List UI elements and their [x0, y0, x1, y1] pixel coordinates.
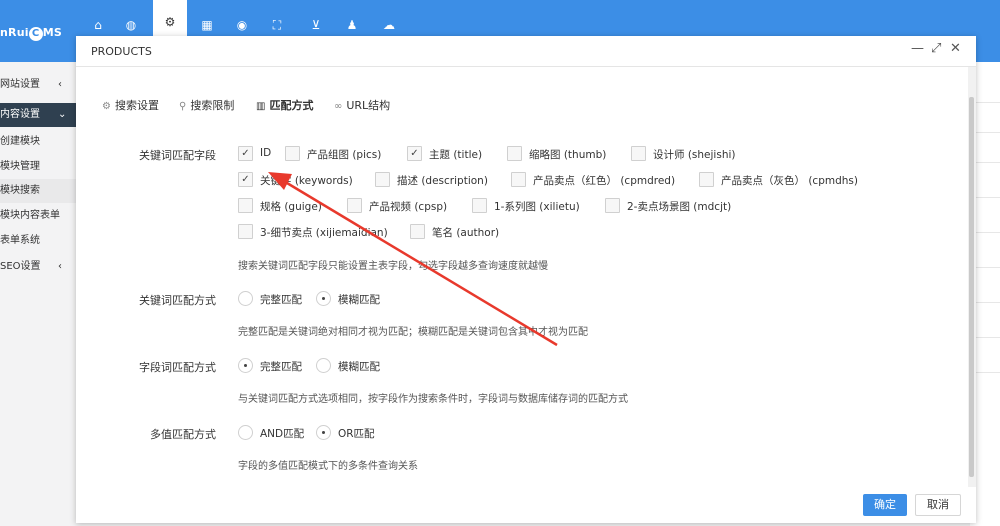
modal-header: PRODUCTS — ⤢ ✕ — [76, 36, 976, 67]
sidebar-item-create-module[interactable]: 创建模块 — [0, 130, 76, 154]
tab-search-settings[interactable]: ⚙ 搜索设置 — [102, 97, 159, 112]
keyword-match-help: 完整匹配是关键词绝对相同才视为匹配；模糊匹配是关键词包含其中才视为匹配 — [238, 327, 588, 338]
modal-body: ⚙ 搜索设置 ⚲ 搜索限制 ▥ 匹配方式 ∞ URL结构 关键词匹配字段 ✓ ID 产品… — [76, 67, 968, 487]
checkbox-title[interactable]: ✓ — [407, 146, 422, 161]
checkbox-label: 描述 (description) — [397, 175, 488, 187]
grid-icon[interactable]: ▦ — [199, 18, 215, 34]
checkbox-xilietu[interactable] — [472, 198, 487, 213]
radio-label: 模糊匹配 — [338, 361, 380, 373]
chevron-left-icon: ‹ — [58, 79, 62, 90]
multi-match-label: 多值匹配方式 — [150, 428, 216, 441]
chevron-down-icon: ⌄ — [58, 109, 67, 120]
checkbox-guige[interactable] — [238, 198, 253, 213]
checkbox-label: 关键字 (keywords) — [260, 175, 353, 187]
maximize-icon[interactable]: ⤢ — [931, 41, 941, 56]
checkbox-label: 1-系列图 (xilietu) — [494, 201, 580, 213]
checkbox-label: 产品卖点（灰色） (cpmdhs) — [721, 175, 858, 187]
cloud-icon[interactable]: ☁ — [381, 18, 397, 34]
modal-footer — [76, 487, 976, 523]
checkbox-label: ID — [260, 147, 272, 159]
cart-icon[interactable]: ⊻ — [308, 18, 324, 34]
search-icon: ⚲ — [179, 101, 187, 112]
checkbox-label: 2-卖点场景图 (mdcjt) — [627, 201, 732, 213]
checkbox-label: 规格 (guige) — [260, 201, 322, 213]
minimize-icon[interactable]: — — [911, 41, 924, 56]
checkbox-shejishi[interactable] — [631, 146, 646, 161]
sidebar-item-module-search[interactable]: 模块搜索 — [0, 179, 76, 203]
tab-url-structure[interactable]: ∞ URL结构 — [334, 97, 390, 112]
radio-label: OR匹配 — [338, 428, 375, 440]
confirm-button[interactable]: 确定 — [863, 494, 907, 516]
checkbox-label: 产品视频 (cpsp) — [369, 201, 448, 213]
app-logo[interactable]: nRui C MS — [0, 26, 62, 41]
checkbox-id[interactable]: ✓ — [238, 146, 253, 161]
checkbox-keywords[interactable]: ✓ — [238, 172, 253, 187]
checkbox-xijiemaidian[interactable] — [238, 224, 253, 239]
checkbox-mdcjt[interactable] — [605, 198, 620, 213]
close-icon[interactable]: ✕ — [950, 41, 961, 56]
checkbox-cpsp[interactable] — [347, 198, 362, 213]
checkbox-cpmdred[interactable] — [511, 172, 526, 187]
link-icon: ∞ — [334, 101, 343, 112]
sidebar: 网站设置 ‹ 内容设置 ⌄ 创建模块 模块管理 模块搜索 模块内容表单 表单系统 S… — [0, 62, 76, 526]
sitemap-icon[interactable]: ⛶ — [269, 18, 285, 34]
field-match-label: 字段词匹配方式 — [139, 361, 216, 374]
checkbox-label: 产品卖点（红色） (cpmdred) — [533, 175, 676, 187]
radio-label: 完整匹配 — [260, 361, 302, 373]
keyword-fields-help: 搜索关键词匹配字段只能设置主表字段，勾选字段越多查询速度就越慢 — [238, 261, 548, 272]
radio-label: AND匹配 — [260, 428, 305, 440]
user-icon[interactable]: ♟ — [344, 18, 360, 34]
cancel-button[interactable]: 取消 — [915, 494, 961, 516]
tab-search-limit[interactable]: ⚲ 搜索限制 — [179, 97, 234, 112]
multi-match-help: 字段的多值匹配模式下的多条件查询关系 — [238, 461, 418, 472]
checkbox-label: 3-细节卖点 (xijiemaidian) — [260, 227, 388, 239]
checkbox-pics[interactable] — [285, 146, 300, 161]
radio-field-exact[interactable] — [238, 358, 253, 373]
checkbox-label: 主题 (title) — [429, 149, 483, 161]
user-circle-icon[interactable]: ◉ — [234, 18, 250, 34]
radio-keyword-fuzzy[interactable] — [316, 291, 331, 306]
keyword-fields-label: 关键词匹配字段 — [139, 149, 216, 162]
radio-field-fuzzy[interactable] — [316, 358, 331, 373]
sidebar-item-module-form[interactable]: 模块内容表单 — [0, 204, 76, 228]
field-match-help: 与关键词匹配方式选项相同，按字段作为搜索条件时，字段词与数据库储存词的匹配方式 — [238, 394, 628, 405]
checkbox-author[interactable] — [410, 224, 425, 239]
checkbox-label: 缩略图 (thumb) — [529, 149, 607, 161]
checkbox-thumb[interactable] — [507, 146, 522, 161]
radio-label: 模糊匹配 — [338, 294, 380, 306]
checkbox-label: 产品组图 (pics) — [307, 149, 382, 161]
modal-scrollbar[interactable] — [968, 67, 976, 487]
radio-keyword-exact[interactable] — [238, 291, 253, 306]
radio-multi-and[interactable] — [238, 425, 253, 440]
gear-icon: ⚙ — [102, 101, 111, 112]
logo-mark: C — [28, 27, 43, 41]
map-icon: ▥ — [256, 101, 266, 112]
radio-multi-or[interactable] — [316, 425, 331, 440]
sidebar-item-content-settings[interactable]: 内容设置 ⌄ — [0, 103, 76, 127]
checkbox-label: 设计师 (shejishi) — [653, 149, 736, 161]
chevron-left-icon: ‹ — [58, 261, 62, 272]
sidebar-item-module-manage[interactable]: 模块管理 — [0, 155, 76, 179]
checkbox-cpmdhs[interactable] — [699, 172, 714, 187]
checkbox-label: 笔名 (author) — [432, 227, 500, 239]
sidebar-item-form-system[interactable]: 表单系统 — [0, 229, 76, 253]
sidebar-item-seo-settings[interactable]: SEO设置 ‹ — [0, 255, 76, 279]
radio-label: 完整匹配 — [260, 294, 302, 306]
products-modal: PRODUCTS — ⤢ ✕ ⚙ 搜索设置 ⚲ 搜索限制 ▥ 匹配方式 ∞ URL结构 … — [76, 36, 976, 523]
globe-icon[interactable]: ◍ — [123, 18, 139, 34]
sidebar-item-site-settings[interactable]: 网站设置 ‹ — [0, 73, 76, 97]
checkbox-description[interactable] — [375, 172, 390, 187]
scrollbar-thumb[interactable] — [969, 97, 974, 477]
modal-title: PRODUCTS — [91, 45, 152, 58]
home-icon[interactable]: ⌂ — [90, 18, 106, 34]
tab-match-mode[interactable]: ▥ 匹配方式 — [256, 97, 313, 112]
keyword-match-label: 关键词匹配方式 — [139, 294, 216, 307]
